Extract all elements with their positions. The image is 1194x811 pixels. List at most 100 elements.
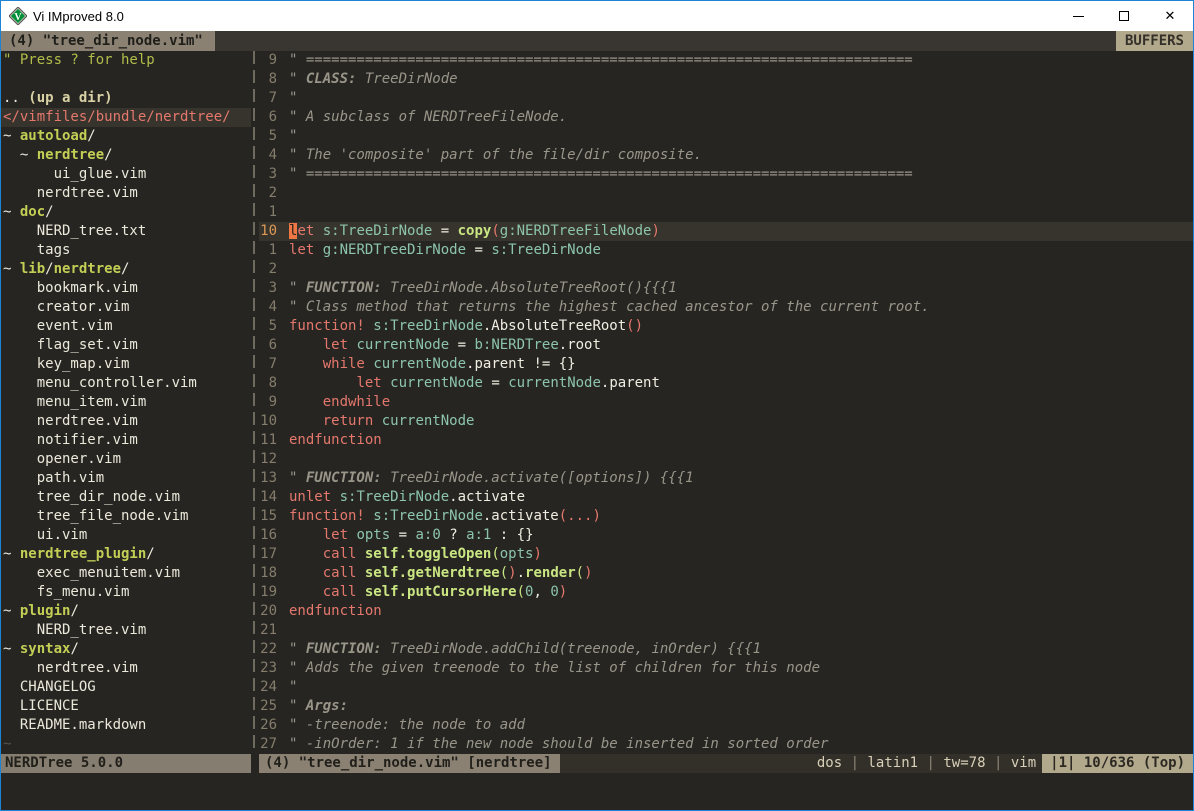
code-line[interactable]: 6 let currentNode = b:NERDTree.root <box>259 336 1193 355</box>
line-number: 20 <box>259 602 289 621</box>
code-line[interactable]: 5function! s:TreeDirNode.AbsoluteTreeRoo… <box>259 317 1193 336</box>
tree-item[interactable]: ~ lib/nerdtree/ <box>1 260 251 279</box>
tree-item[interactable]: fs_menu.vim <box>1 583 251 602</box>
tree-item[interactable]: menu_item.vim <box>1 393 251 412</box>
code-line[interactable]: 26" -treenode: the node to add <box>259 716 1193 735</box>
tree-item[interactable]: menu_controller.vim <box>1 374 251 393</box>
nerdtree-lines: " Press ? for help .. (up a dir)</vimfile… <box>1 51 251 754</box>
code-line[interactable]: 20endfunction <box>259 602 1193 621</box>
tree-item[interactable]: nerdtree.vim <box>1 184 251 203</box>
tree-item[interactable]: creator.vim <box>1 298 251 317</box>
code-line[interactable]: 8" CLASS: TreeDirNode <box>259 70 1193 89</box>
tree-item[interactable]: ~ <box>1 735 251 754</box>
tree-item[interactable]: ~ nerdtree/ <box>1 146 251 165</box>
line-number: 21 <box>259 621 289 640</box>
code-line[interactable]: 12 <box>259 450 1193 469</box>
status-gap <box>251 754 259 773</box>
code-line[interactable]: 3" =====================================… <box>259 165 1193 184</box>
line-number: 1 <box>259 241 289 260</box>
line-number: 13 <box>259 469 289 488</box>
tree-item[interactable]: README.markdown <box>1 716 251 735</box>
tree-item[interactable]: tree_dir_node.vim <box>1 488 251 507</box>
tree-item[interactable]: exec_menuitem.vim <box>1 564 251 583</box>
minimize-button[interactable] <box>1055 1 1101 31</box>
line-number: 6 <box>259 336 289 355</box>
tree-item[interactable]: notifier.vim <box>1 431 251 450</box>
line-number: 7 <box>259 355 289 374</box>
code-line[interactable]: 7 while currentNode.parent != {} <box>259 355 1193 374</box>
tree-item[interactable]: flag_set.vim <box>1 336 251 355</box>
code-line[interactable]: 14unlet s:TreeDirNode.activate <box>259 488 1193 507</box>
tree-item[interactable]: opener.vim <box>1 450 251 469</box>
code-line[interactable]: 6" A subclass of NERDTreeFileNode. <box>259 108 1193 127</box>
tree-item[interactable]: ~ syntax/ <box>1 640 251 659</box>
tree-item[interactable]: ui_glue.vim <box>1 165 251 184</box>
code-line[interactable]: 13" FUNCTION: TreeDirNode.activate([opti… <box>259 469 1193 488</box>
editor-panel[interactable]: 9" =====================================… <box>259 51 1193 754</box>
tree-item[interactable]: ~ doc/ <box>1 203 251 222</box>
line-number: 10 <box>259 412 289 431</box>
tab-tree-dir-node[interactable]: (4) "tree_dir_node.vim" <box>1 31 215 51</box>
tree-item[interactable]: key_map.vim <box>1 355 251 374</box>
tree-item[interactable]: ~ autoload/ <box>1 127 251 146</box>
tree-item[interactable]: tags <box>1 241 251 260</box>
tree-item[interactable]: ~ nerdtree_plugin/ <box>1 545 251 564</box>
code-line[interactable]: 10 return currentNode <box>259 412 1193 431</box>
tree-item[interactable]: bookmark.vim <box>1 279 251 298</box>
code-line[interactable]: 5" <box>259 127 1193 146</box>
tree-item[interactable] <box>1 70 251 89</box>
tree-item[interactable]: tree_file_node.vim <box>1 507 251 526</box>
code-line[interactable]: 4" The 'composite' part of the file/dir … <box>259 146 1193 165</box>
code-line[interactable]: 24" <box>259 678 1193 697</box>
code-line[interactable]: 27" -inOrder: 1 if the new node should b… <box>259 735 1193 754</box>
line-number: 26 <box>259 716 289 735</box>
tree-item[interactable]: nerdtree.vim <box>1 659 251 678</box>
line-number: 16 <box>259 526 289 545</box>
code-line[interactable]: 21 <box>259 621 1193 640</box>
command-line[interactable] <box>1 773 1193 810</box>
tree-item[interactable]: NERD_tree.vim <box>1 621 251 640</box>
code-line[interactable]: 7" <box>259 89 1193 108</box>
code-line-current[interactable]: 10let s:TreeDirNode = copy(g:NERDTreeFil… <box>259 222 1193 241</box>
code-line[interactable]: 2 <box>259 184 1193 203</box>
tree-item[interactable]: LICENCE <box>1 697 251 716</box>
code-line[interactable]: 1 <box>259 203 1193 222</box>
window-split-separator[interactable] <box>251 51 259 754</box>
code-line[interactable]: 17 call self.toggleOpen(opts) <box>259 545 1193 564</box>
code-line[interactable]: 19 call self.putCursorHere(0, 0) <box>259 583 1193 602</box>
tree-item[interactable]: CHANGELOG <box>1 678 251 697</box>
code-line[interactable]: 11endfunction <box>259 431 1193 450</box>
tree-item[interactable]: path.vim <box>1 469 251 488</box>
code-line[interactable]: 1let g:NERDTreeDirNode = s:TreeDirNode <box>259 241 1193 260</box>
titlebar[interactable]: V Vi IMproved 8.0 ✕ <box>1 1 1193 31</box>
line-number: 4 <box>259 298 289 317</box>
line-number: 8 <box>259 70 289 89</box>
code-line[interactable]: 22" FUNCTION: TreeDirNode.addChild(treen… <box>259 640 1193 659</box>
close-button[interactable]: ✕ <box>1147 1 1193 31</box>
tree-item[interactable]: nerdtree.vim <box>1 412 251 431</box>
code-line[interactable]: 9 endwhile <box>259 393 1193 412</box>
tree-item[interactable]: </vimfiles/bundle/nerdtree/ <box>1 108 251 127</box>
code-line[interactable]: 23" Adds the given treenode to the list … <box>259 659 1193 678</box>
code-line[interactable]: 15function! s:TreeDirNode.activate(...) <box>259 507 1193 526</box>
line-number: 1 <box>259 203 289 222</box>
tree-item[interactable]: ~ plugin/ <box>1 602 251 621</box>
maximize-button[interactable] <box>1101 1 1147 31</box>
code-line[interactable]: 9" =====================================… <box>259 51 1193 70</box>
code-line[interactable]: 16 let opts = a:0 ? a:1 : {} <box>259 526 1193 545</box>
line-number: 15 <box>259 507 289 526</box>
code-line[interactable]: 4" Class method that returns the highest… <box>259 298 1193 317</box>
code-line[interactable]: 3" FUNCTION: TreeDirNode.AbsoluteTreeRoo… <box>259 279 1193 298</box>
tree-item[interactable]: NERD_tree.txt <box>1 222 251 241</box>
line-number: 12 <box>259 450 289 469</box>
tree-item[interactable]: ui.vim <box>1 526 251 545</box>
code-line[interactable]: 2 <box>259 260 1193 279</box>
buffers-label[interactable]: BUFFERS <box>1116 31 1193 51</box>
tree-item[interactable]: .. (up a dir) <box>1 89 251 108</box>
code-line[interactable]: 25" Args: <box>259 697 1193 716</box>
line-number: 6 <box>259 108 289 127</box>
code-line[interactable]: 8 let currentNode = currentNode.parent <box>259 374 1193 393</box>
tree-item[interactable]: " Press ? for help <box>1 51 251 70</box>
tree-item[interactable]: event.vim <box>1 317 251 336</box>
code-line[interactable]: 18 call self.getNerdtree().render() <box>259 564 1193 583</box>
